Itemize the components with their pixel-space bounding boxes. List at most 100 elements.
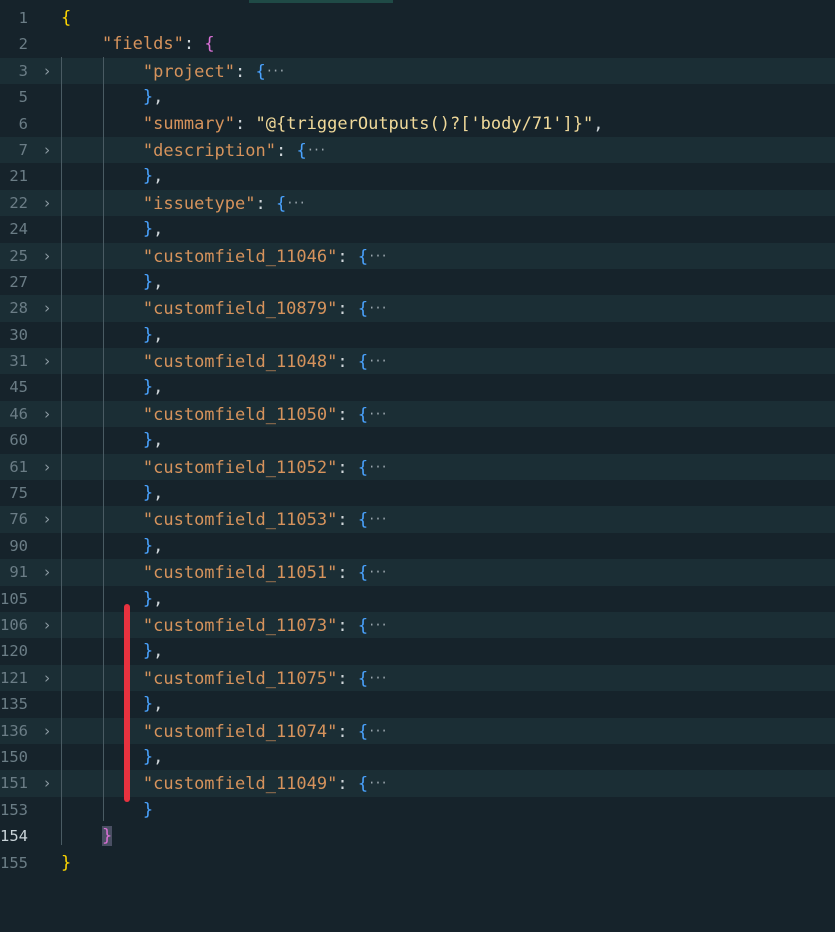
json-key: "customfield_11074" (142, 721, 338, 742)
folded-ellipsis-icon[interactable]: ··· (368, 512, 388, 526)
line-number: 7 (18, 140, 28, 159)
code-line[interactable]: 27 }, (0, 269, 835, 295)
code-line[interactable]: 28 › "customfield_10879": {··· (0, 295, 835, 322)
folded-ellipsis-icon[interactable]: ··· (286, 196, 306, 210)
colon-separator: : (255, 193, 276, 214)
code-line[interactable]: 90 }, (0, 533, 835, 559)
code-text: }, (61, 480, 164, 506)
open-brace: { (204, 34, 215, 55)
trailing-comma: , (153, 535, 164, 556)
folded-ellipsis-icon[interactable]: ··· (368, 249, 388, 263)
colon-separator: : (235, 61, 256, 82)
code-line[interactable]: 155} (0, 850, 835, 876)
line-number: 120 (0, 642, 28, 661)
json-key: "summary" (142, 113, 236, 134)
folded-ellipsis-icon[interactable]: ··· (368, 354, 388, 368)
code-line[interactable]: 46 › "customfield_11050": {··· (0, 400, 835, 428)
code-line[interactable]: 5 }, (0, 84, 835, 110)
open-brace: { (357, 563, 369, 584)
folded-ellipsis-icon[interactable]: ··· (368, 565, 388, 579)
line-number: 2 (18, 35, 28, 54)
code-line[interactable]: 91 › "customfield_11051": {··· (0, 559, 835, 586)
code-text: }, (61, 744, 164, 770)
chevron-right-icon[interactable]: › (40, 295, 54, 321)
code-text: "project": {··· (61, 58, 286, 85)
code-text: "customfield_11053": {··· (61, 506, 388, 533)
chevron-right-icon[interactable]: › (40, 190, 54, 216)
chevron-right-icon[interactable]: › (40, 612, 54, 638)
code-line[interactable]: 6 "summary": "@{triggerOutputs()?['body/… (0, 111, 835, 137)
trailing-comma: , (153, 694, 164, 715)
trailing-comma: , (153, 166, 164, 187)
open-brace: { (357, 352, 369, 373)
close-brace: } (142, 641, 154, 662)
json-key: "issuetype" (142, 193, 256, 214)
chevron-right-icon[interactable]: › (40, 506, 54, 532)
code-line[interactable]: 154 } (0, 823, 835, 849)
chevron-right-icon[interactable]: › (40, 770, 54, 796)
code-line[interactable]: 30 }, (0, 322, 835, 348)
folded-ellipsis-icon[interactable]: ··· (368, 671, 388, 685)
code-text: "customfield_11046": {··· (61, 243, 388, 270)
chevron-right-icon[interactable]: › (40, 137, 54, 163)
folded-ellipsis-icon[interactable]: ··· (368, 776, 388, 790)
code-line[interactable]: 31 › "customfield_11048": {··· (0, 348, 835, 375)
chevron-right-icon[interactable]: › (40, 58, 54, 84)
code-line[interactable]: 7 › "description": {··· (0, 136, 835, 164)
chevron-right-icon[interactable]: › (40, 401, 54, 427)
code-line[interactable]: 24 }, (0, 216, 835, 242)
close-brace: } (142, 430, 154, 451)
colon-separator: : (337, 404, 358, 425)
close-brace: } (101, 826, 113, 847)
code-line[interactable]: 2 "fields": { (0, 31, 835, 57)
chevron-right-icon[interactable]: › (40, 718, 54, 744)
chevron-right-icon[interactable]: › (40, 348, 54, 374)
chevron-right-icon[interactable]: › (40, 665, 54, 691)
colon-separator: : (337, 668, 358, 689)
code-text: } (61, 797, 153, 823)
open-brace: { (357, 510, 369, 531)
json-key: "fields" (101, 34, 184, 55)
code-text: } (61, 823, 113, 849)
folded-ellipsis-icon[interactable]: ··· (368, 301, 388, 315)
code-text: "customfield_11074": {··· (61, 718, 388, 745)
chevron-right-icon[interactable]: › (40, 243, 54, 269)
chevron-right-icon[interactable]: › (40, 454, 54, 480)
colon-separator: : (337, 615, 358, 636)
code-line[interactable]: 21 }, (0, 163, 835, 189)
code-line[interactable]: 75 }, (0, 480, 835, 506)
code-line[interactable]: 45 }, (0, 374, 835, 400)
chevron-right-icon[interactable]: › (40, 559, 54, 585)
json-key: "customfield_11048" (142, 352, 338, 373)
code-text: "customfield_11075": {··· (61, 665, 388, 692)
trailing-comma: , (153, 483, 164, 504)
code-text: "customfield_10879": {··· (61, 295, 388, 322)
code-line[interactable]: 25 › "customfield_11046": {··· (0, 242, 835, 270)
close-brace: } (142, 166, 154, 187)
line-number: 25 (9, 246, 28, 265)
code-line[interactable]: 61 › "customfield_11052": {··· (0, 453, 835, 481)
json-key: "customfield_11075" (142, 668, 338, 689)
code-line[interactable]: 60 }, (0, 427, 835, 453)
line-number: 28 (9, 299, 28, 318)
code-text: "description": {··· (61, 137, 327, 164)
code-line[interactable]: 3 › "project": {··· (0, 57, 835, 85)
folded-ellipsis-icon[interactable]: ··· (307, 143, 327, 157)
code-line[interactable]: 1{ (0, 5, 835, 31)
folded-ellipsis-icon[interactable]: ··· (266, 64, 286, 78)
folded-ellipsis-icon[interactable]: ··· (368, 618, 388, 632)
folded-ellipsis-icon[interactable]: ··· (368, 724, 388, 738)
code-text: { (61, 5, 71, 31)
code-text: }, (61, 533, 164, 559)
code-line[interactable]: 22 › "issuetype": {··· (0, 189, 835, 217)
open-brace: { (296, 140, 307, 161)
folded-ellipsis-icon[interactable]: ··· (368, 460, 388, 474)
open-brace: { (357, 721, 369, 742)
folded-ellipsis-icon[interactable]: ··· (368, 407, 388, 421)
code-line[interactable]: 76 › "customfield_11053": {··· (0, 506, 835, 533)
